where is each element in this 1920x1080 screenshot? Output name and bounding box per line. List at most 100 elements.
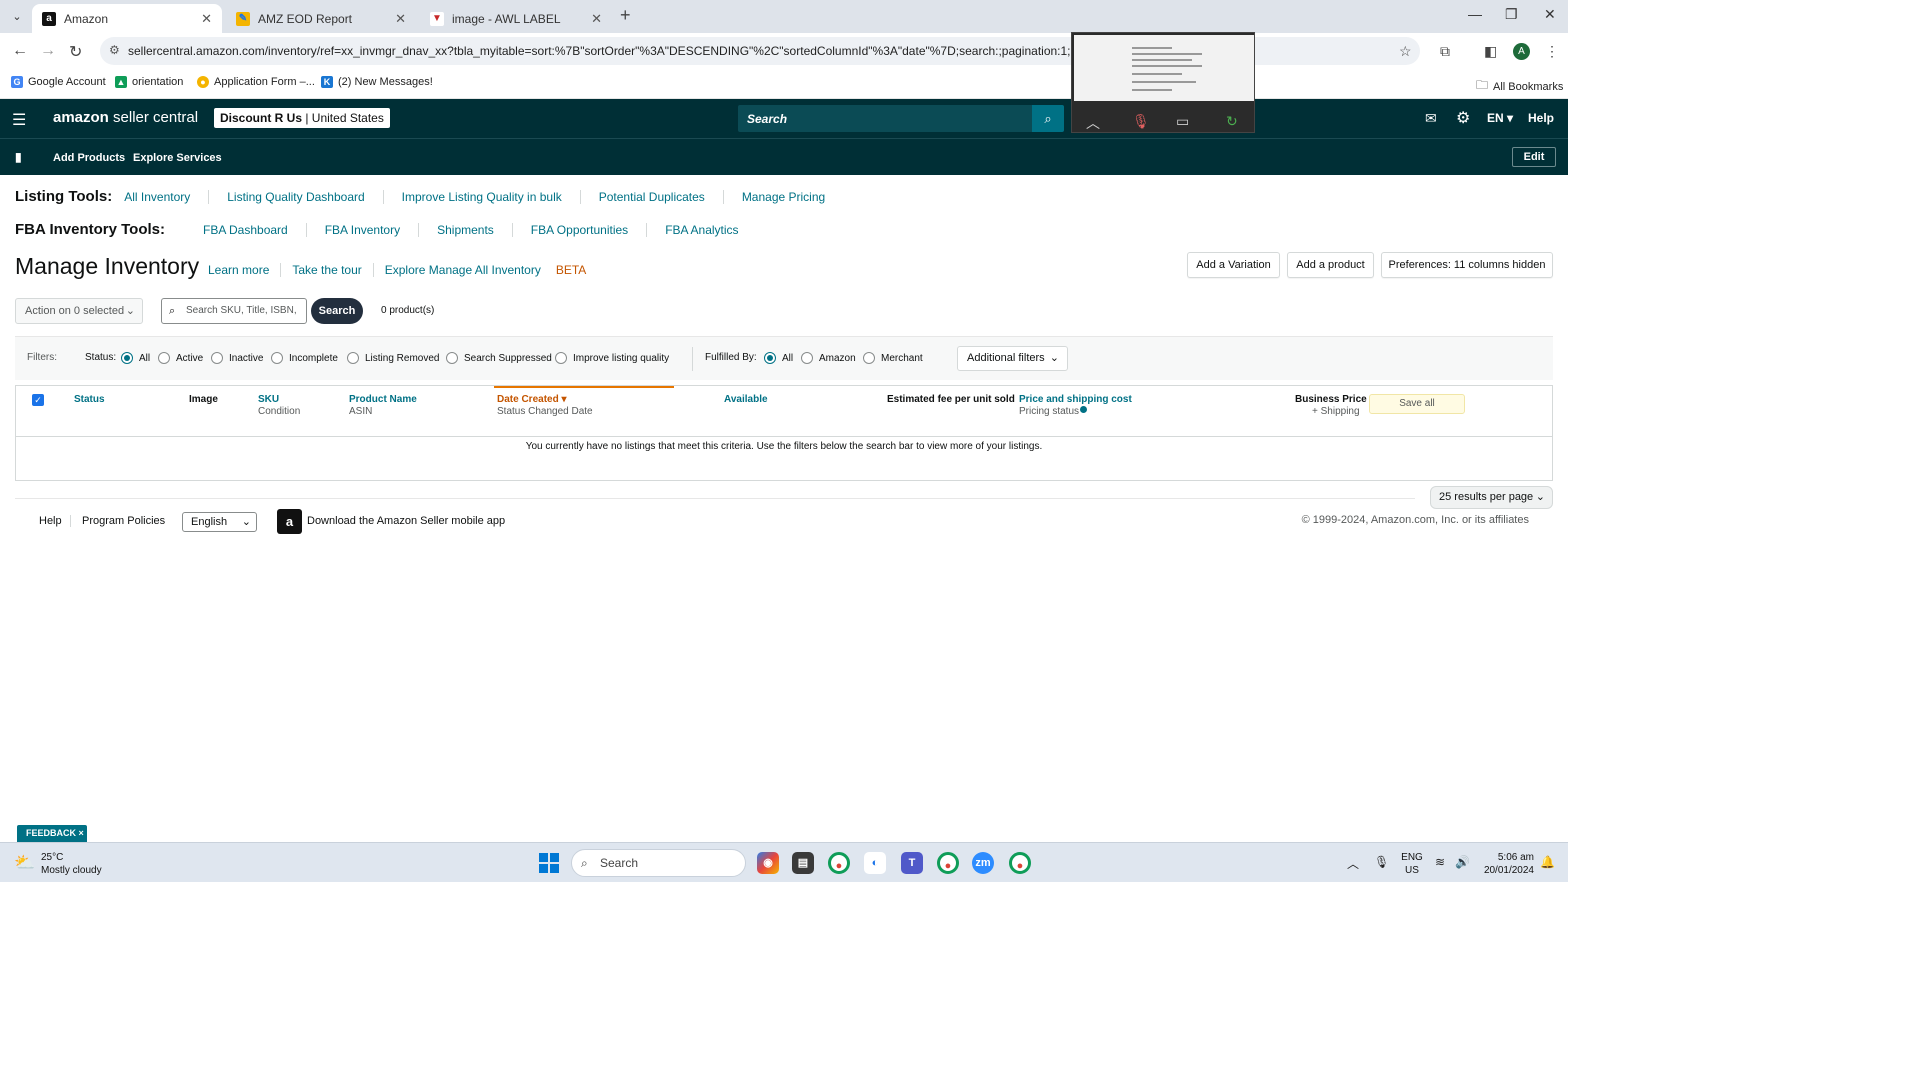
results-per-page-select[interactable]: 25 results per page ⌄: [1430, 486, 1553, 509]
extensions-icon[interactable]: ⧉: [1440, 43, 1450, 60]
profile-avatar[interactable]: A: [1513, 43, 1530, 60]
col-asin[interactable]: ASIN: [349, 406, 372, 417]
edge-icon[interactable]: ◐: [864, 852, 886, 874]
add-variation-button[interactable]: Add a Variation: [1187, 252, 1280, 278]
action-select[interactable]: Action on 0 selected ⌄: [15, 298, 143, 324]
fulfilled-all-radio[interactable]: All: [764, 352, 793, 364]
zoom-icon[interactable]: zm: [972, 852, 994, 874]
bookmark-icon[interactable]: ▮: [15, 150, 22, 164]
all-bookmarks[interactable]: 🗀 All Bookmarks: [1476, 76, 1563, 97]
help-link[interactable]: Help: [1528, 111, 1554, 125]
fulfilled-merchant-radio[interactable]: Merchant: [863, 352, 923, 364]
close-tab-icon[interactable]: ✕: [395, 11, 406, 27]
seller-central-logo[interactable]: amazon seller central: [53, 109, 198, 126]
close-tab-icon[interactable]: ✕: [591, 11, 602, 27]
start-button-icon[interactable]: [539, 853, 559, 873]
site-settings-icon[interactable]: ⚙: [109, 43, 120, 57]
bookmark-new-messages[interactable]: K (2) New Messages!: [321, 76, 433, 88]
link-shipments[interactable]: Shipments: [418, 222, 512, 237]
col-status-changed-date[interactable]: Status Changed Date: [497, 406, 593, 417]
save-all-button[interactable]: Save all: [1369, 394, 1465, 414]
tab-awl-label[interactable]: ▼ image - AWL LABEL ✕: [420, 4, 612, 33]
status-search-suppressed-radio[interactable]: Search Suppressed: [446, 352, 552, 364]
nav-add-products[interactable]: Add Products: [53, 152, 125, 164]
amazon-app-icon[interactable]: a: [277, 509, 302, 534]
link-potential-duplicates[interactable]: Potential Duplicates: [579, 189, 723, 204]
bookmark-google-account[interactable]: G Google Account: [11, 76, 106, 88]
mail-icon[interactable]: ✉: [1425, 110, 1437, 127]
link-fba-analytics[interactable]: FBA Analytics: [646, 222, 756, 237]
input-language-indicator[interactable]: ENG US: [1400, 851, 1424, 877]
picture-in-picture-overlay[interactable]: ︿ 🎙 ▭ ↻: [1071, 32, 1255, 133]
chrome-icon[interactable]: ●: [828, 852, 850, 874]
select-all-checkbox[interactable]: ✓: [32, 394, 44, 406]
status-all-radio[interactable]: All: [121, 352, 150, 364]
link-all-inventory[interactable]: All Inventory: [124, 190, 208, 204]
additional-filters-button[interactable]: Additional filters ⌄: [957, 346, 1068, 371]
nav-explore-services[interactable]: Explore Services: [133, 152, 222, 164]
reload-icon[interactable]: ↻: [69, 42, 82, 62]
link-fba-dashboard[interactable]: FBA Dashboard: [203, 223, 306, 237]
notification-bell-icon[interactable]: 🔔: [1540, 855, 1555, 869]
weather-cloudy-icon[interactable]: ⛅: [14, 853, 35, 873]
volume-icon[interactable]: 🔊: [1455, 855, 1470, 869]
status-listing-removed-radio[interactable]: Listing Removed: [347, 352, 439, 364]
taskbar-search[interactable]: ⌕ Search: [571, 849, 746, 877]
weather-widget[interactable]: 25°C Mostly cloudy: [41, 851, 102, 877]
link-fba-inventory[interactable]: FBA Inventory: [305, 222, 418, 237]
minimize-icon[interactable]: —: [1468, 6, 1482, 22]
inventory-search-input[interactable]: ⌕ Search SKU, Title, ISBN,: [161, 298, 307, 324]
learn-more-link[interactable]: Learn more: [208, 263, 280, 277]
tab-search-chevron-icon[interactable]: ⌄: [6, 6, 28, 28]
account-switcher[interactable]: Discount R Us | United States: [214, 108, 390, 128]
file-explorer-icon[interactable]: ▤: [792, 852, 814, 874]
close-tab-icon[interactable]: ✕: [201, 11, 212, 27]
add-product-button[interactable]: Add a product: [1287, 252, 1374, 278]
col-sku[interactable]: SKU: [258, 394, 279, 405]
microphone-icon[interactable]: 🎙: [1374, 855, 1389, 869]
hamburger-menu-icon[interactable]: ☰: [12, 110, 26, 130]
fulfilled-amazon-radio[interactable]: Amazon: [801, 352, 856, 364]
col-status[interactable]: Status: [74, 394, 105, 405]
download-app-link[interactable]: Download the Amazon Seller mobile app: [307, 515, 505, 527]
explore-manage-all-inventory-link[interactable]: Explore Manage All Inventory: [372, 263, 552, 277]
tray-chevron-up-icon[interactable]: ︿: [1347, 855, 1359, 872]
link-improve-listing-quality[interactable]: Improve Listing Quality in bulk: [382, 189, 580, 204]
chevron-up-icon[interactable]: ︿: [1086, 113, 1100, 133]
footer-help-link[interactable]: Help: [39, 515, 62, 527]
copilot-icon[interactable]: ◉: [757, 852, 779, 874]
edit-nav-button[interactable]: Edit: [1512, 147, 1556, 167]
back-icon[interactable]: ←: [12, 42, 28, 60]
header-search-input[interactable]: Search: [738, 105, 1032, 132]
link-manage-pricing[interactable]: Manage Pricing: [722, 189, 843, 204]
tab-amz-eod-report[interactable]: ✎ AMZ EOD Report ✕: [226, 4, 416, 33]
col-available[interactable]: Available: [724, 394, 768, 405]
col-date-created[interactable]: Date Created ▾: [497, 394, 567, 405]
restore-icon[interactable]: ❐: [1505, 6, 1518, 23]
bookmark-star-icon[interactable]: ☆: [1399, 43, 1412, 60]
header-search-button[interactable]: ⌕: [1032, 105, 1064, 132]
tab-amazon[interactable]: a Amazon ✕: [32, 4, 222, 33]
col-price-shipping[interactable]: Price and shipping cost: [1019, 394, 1132, 405]
status-active-radio[interactable]: Active: [158, 352, 203, 364]
teams-icon[interactable]: T: [901, 852, 923, 874]
status-incomplete-radio[interactable]: Incomplete: [271, 352, 338, 364]
browser-menu-icon[interactable]: ⋮: [1545, 43, 1559, 60]
close-window-icon[interactable]: ✕: [1544, 6, 1556, 23]
refresh-icon[interactable]: ↻: [1226, 113, 1238, 130]
bookmark-orientation[interactable]: ▲ orientation: [115, 76, 183, 88]
col-condition[interactable]: Condition: [258, 406, 300, 417]
language-selector[interactable]: EN ▾: [1487, 111, 1513, 125]
footer-program-policies-link[interactable]: Program Policies: [70, 515, 165, 527]
feedback-button[interactable]: FEEDBACK ×: [17, 825, 87, 842]
mic-muted-icon[interactable]: 🎙: [1132, 113, 1150, 130]
info-icon[interactable]: [1080, 406, 1088, 413]
bookmark-application-form[interactable]: ● Application Form –...: [197, 76, 315, 88]
link-fba-opportunities[interactable]: FBA Opportunities: [511, 222, 646, 237]
forward-icon[interactable]: →: [40, 42, 56, 60]
taskbar-clock[interactable]: 5:06 am 20/01/2024: [1480, 851, 1534, 877]
link-listing-quality-dashboard[interactable]: Listing Quality Dashboard: [208, 189, 382, 204]
col-pricing-status[interactable]: Pricing status: [1019, 406, 1088, 417]
camera-icon[interactable]: ▭: [1176, 113, 1189, 130]
gear-icon[interactable]: ⚙: [1456, 108, 1470, 128]
